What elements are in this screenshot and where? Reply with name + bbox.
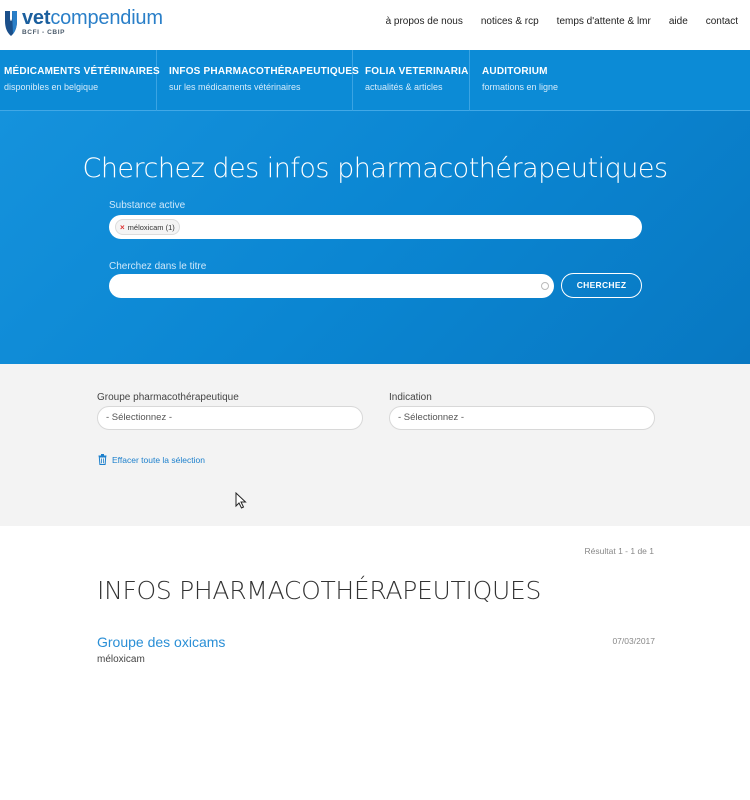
logo-icon (4, 9, 18, 37)
substance-tag-label: méloxicam (1) (127, 222, 175, 232)
title-search-label: Cherchez dans le titre (109, 261, 207, 272)
mouse-cursor-icon (235, 491, 247, 514)
list-item: Groupe des oxicams méloxicam 07/03/2017 (97, 634, 655, 665)
nav-title: FOLIA VETERINARIA (365, 66, 469, 77)
remove-tag-icon[interactable]: × (120, 223, 125, 232)
result-date: 07/03/2017 (612, 636, 655, 646)
nav-subtitle: disponibles en belgique (4, 82, 99, 92)
clear-selection-link[interactable]: Effacer toute la sélection (98, 454, 205, 465)
results-section-title: INFOS PHARMACOTHÉRAPEUTIQUES (97, 576, 542, 605)
header: vetcompendium BCFI - CBIP à propos de no… (0, 0, 750, 50)
brand-subtitle: BCFI - CBIP (22, 29, 66, 36)
main-nav: MÉDICAMENTS VÉTÉRINAIRES disponibles en … (0, 50, 750, 111)
nav-subtitle: formations en ligne (482, 82, 559, 92)
nav-title: MÉDICAMENTS VÉTÉRINAIRES (4, 66, 160, 77)
main-nav-folia[interactable]: FOLIA VETERINARIA actualités & articles (353, 50, 470, 111)
substance-tag: × méloxicam (1) (115, 219, 180, 235)
logo[interactable]: vetcompendium BCFI - CBIP (4, 8, 163, 42)
filter-panel: Groupe pharmacothérapeutique - Sélection… (0, 364, 750, 526)
top-nav-about[interactable]: à propos de nous (386, 16, 463, 27)
nav-subtitle: sur les médicaments vétérinaires (169, 82, 301, 92)
substance-label: Substance active (109, 200, 186, 211)
result-count: Résultat 1 - 1 de 1 (584, 546, 654, 556)
top-nav-withdrawal[interactable]: temps d'attente & lmr (557, 16, 651, 27)
top-nav-help[interactable]: aide (669, 16, 688, 27)
top-nav: à propos de nous notices & rcp temps d'a… (386, 16, 738, 27)
main-nav-infos[interactable]: INFOS PHARMACOTHÉRAPEUTIQUES sur les méd… (157, 50, 360, 111)
main-nav-medicaments[interactable]: MÉDICAMENTS VÉTÉRINAIRES disponibles en … (0, 50, 160, 111)
group-select[interactable]: - Sélectionnez - (97, 406, 363, 430)
group-filter-label: Groupe pharmacothérapeutique (97, 392, 239, 403)
nav-subtitle: actualités & articles (365, 82, 443, 92)
top-nav-contact[interactable]: contact (706, 16, 738, 27)
nav-title: INFOS PHARMACOTHÉRAPEUTIQUES (169, 66, 360, 77)
substance-input[interactable]: × méloxicam (1) (109, 215, 642, 239)
result-title-link[interactable]: Groupe des oxicams (97, 634, 655, 650)
top-nav-notices[interactable]: notices & rcp (481, 16, 539, 27)
nav-title: AUDITORIUM (482, 66, 548, 77)
indication-select[interactable]: - Sélectionnez - (389, 406, 655, 430)
brand-name: vetcompendium (22, 7, 163, 29)
loading-spinner-icon (541, 282, 549, 290)
search-button[interactable]: CHERCHEZ (561, 273, 642, 298)
search-heading: Cherchez des infos pharmacothérapeutique… (82, 153, 668, 184)
indication-filter-label: Indication (389, 392, 432, 403)
main-nav-auditorium[interactable]: AUDITORIUM formations en ligne (470, 50, 570, 111)
result-substance: méloxicam (97, 654, 145, 665)
trash-icon (98, 454, 107, 465)
title-search-input[interactable] (109, 274, 554, 298)
clear-selection-label: Effacer toute la sélection (112, 454, 205, 465)
search-hero: Cherchez des infos pharmacothérapeutique… (0, 111, 750, 364)
